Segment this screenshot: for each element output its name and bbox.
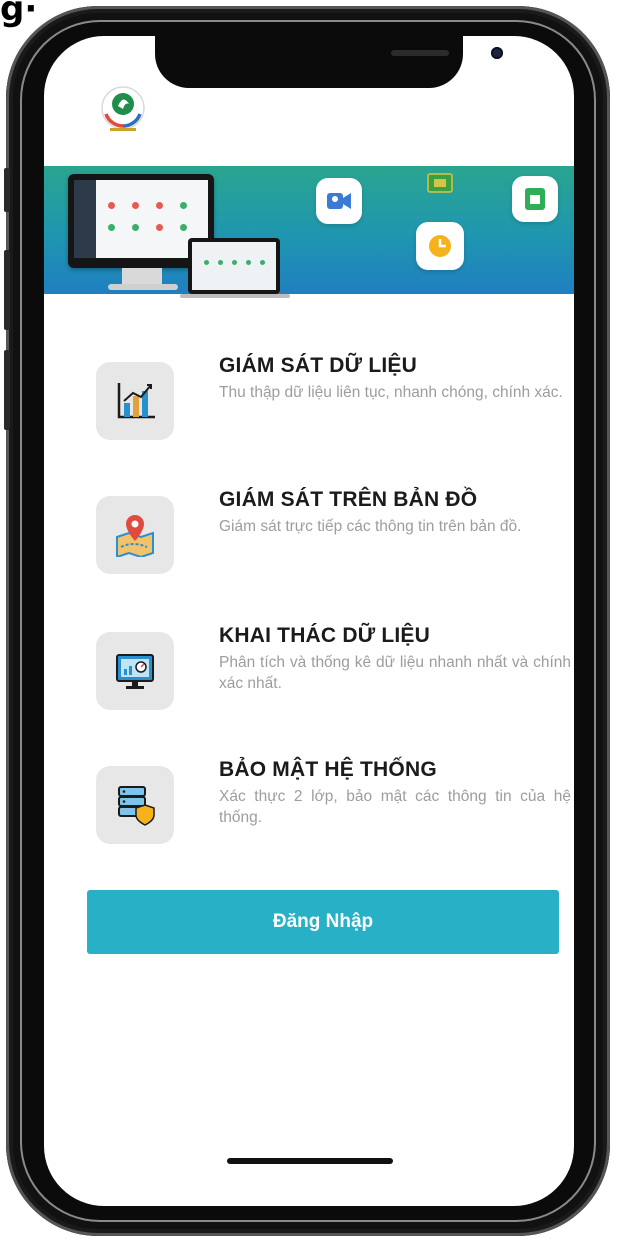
database-shield-icon <box>118 786 155 826</box>
login-button[interactable]: Đăng Nhập <box>87 890 559 954</box>
phone-volume-up-button <box>4 250 10 330</box>
hero-banner <box>44 166 574 298</box>
feature-description: Xác thực 2 lớp, bảo mật các thông tin củ… <box>219 788 571 826</box>
phone-silent-switch <box>4 168 10 212</box>
feature-title: KHAI THÁC DỮ LIỆU <box>219 624 430 647</box>
chart-icon <box>117 383 155 419</box>
monitor-stand-base <box>108 284 178 290</box>
feature-title: GIÁM SÁT DỮ LIỆU <box>219 354 417 377</box>
feature-description: Phân tích và thống kê dữ liệu nhanh nhất… <box>219 654 571 692</box>
feature-item-data-monitoring: GIÁM SÁT DỮ LIỆU Thu thập dữ liệu liên t… <box>96 354 563 444</box>
app-screen: GIÁM SÁT DỮ LIỆU Thu thập dữ liệu liên t… <box>44 36 574 1206</box>
feature-item-map-monitoring: GIÁM SÁT TRÊN BẢN ĐỒ Giám sát trực tiếp … <box>96 488 536 578</box>
front-camera <box>491 47 503 59</box>
map-pin-icon <box>116 515 154 557</box>
feature-item-system-security: BẢO MẬT HỆ THỐNG Xác thực 2 lớp, bảo mật… <box>96 758 571 848</box>
feature-title: GIÁM SÁT TRÊN BẢN ĐỒ <box>219 488 478 511</box>
clock-app-icon <box>416 222 464 270</box>
feature-icon-box <box>96 496 174 574</box>
feature-icon-box <box>96 766 174 844</box>
phone-notch <box>155 36 503 88</box>
feature-description: Thu thập dữ liệu liên tục, nhanh chóng, … <box>219 384 563 401</box>
feature-item-data-mining: KHAI THÁC DỮ LIỆU Phân tích và thống kê … <box>96 624 571 714</box>
sheet-app-icon <box>512 176 558 222</box>
corner-mark-glyph: g· <box>0 0 38 29</box>
home-indicator[interactable] <box>227 1158 393 1164</box>
laptop-illustration <box>188 238 280 294</box>
feature-title: BẢO MẬT HỆ THỐNG <box>219 758 437 781</box>
speaker-grille <box>391 50 449 56</box>
phone-volume-down-button <box>4 350 10 430</box>
app-logo <box>101 86 145 131</box>
video-call-app-icon <box>316 178 362 224</box>
laptop-base <box>180 294 290 298</box>
feature-description: Giám sát trực tiếp các thông tin trên bả… <box>219 518 522 535</box>
monitor-analytics-icon <box>116 654 154 689</box>
sim-card-icon <box>427 173 453 193</box>
feature-icon-box <box>96 632 174 710</box>
feature-icon-box <box>96 362 174 440</box>
